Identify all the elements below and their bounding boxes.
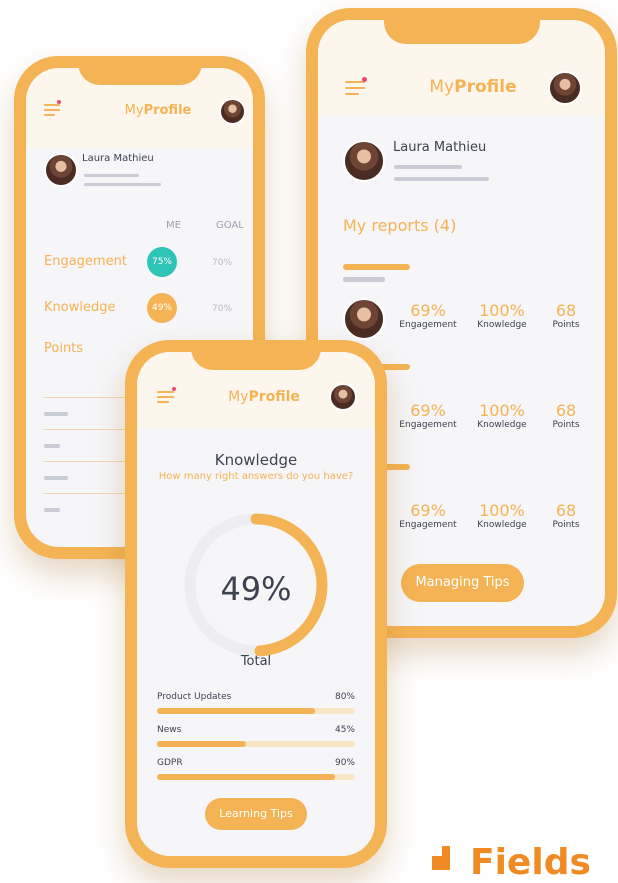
list-item [44, 508, 60, 512]
list-item [44, 476, 68, 480]
phone-notch [191, 340, 321, 370]
profile-name: Laura Mathieu [82, 153, 154, 164]
category-name: Product Updates [157, 692, 232, 702]
category-value: 45% [334, 725, 355, 735]
profile-avatar [343, 140, 385, 182]
points-value: 68 [555, 501, 577, 520]
page-title: Knowledge [214, 451, 298, 469]
fields-logo-text: Fields [470, 842, 591, 883]
fields-logo-icon [432, 846, 450, 870]
engagement-label: Engagement [399, 320, 457, 330]
report-header-line [343, 264, 410, 270]
engagement-goal: 70% [212, 258, 233, 268]
avatar[interactable] [548, 71, 582, 105]
category-bar-fill [157, 708, 316, 714]
profile-detail-line [84, 183, 161, 186]
category-bar [157, 774, 355, 780]
avatar[interactable] [329, 383, 357, 411]
points-value: 68 [555, 401, 577, 420]
avatar[interactable] [219, 98, 246, 125]
category-name: GDPR [157, 758, 183, 768]
gauge-label: Total [240, 654, 272, 669]
menu-icon[interactable] [44, 100, 61, 119]
profile-detail-line [394, 165, 462, 169]
brand-title: MyProfile [228, 389, 300, 405]
points-value: 68 [555, 301, 577, 320]
engagement-value: 69% [410, 401, 446, 420]
phone-notch [77, 56, 202, 85]
brand-title: MyProfile [429, 77, 517, 97]
engagement-value: 69% [410, 301, 446, 320]
report-subline [343, 277, 385, 282]
engagement-row-label: Engagement [44, 254, 127, 269]
engagement-value: 69% [410, 501, 446, 520]
column-goal: GOAL [216, 220, 244, 231]
list-item [44, 412, 68, 416]
managing-tips-button[interactable]: Managing Tips [401, 564, 524, 602]
menu-icon[interactable] [157, 387, 176, 406]
points-row-label: Points [44, 341, 84, 356]
list-item [44, 444, 60, 448]
phone-knowledge: MyProfile Knowledge How many right answe… [125, 340, 387, 868]
learning-tips-button[interactable]: Learning Tips [205, 798, 307, 830]
category-bar-fill [157, 741, 247, 747]
gauge-value: 49% [220, 570, 292, 608]
category-bar-fill [157, 774, 336, 780]
category-value: 80% [334, 692, 355, 702]
knowledge-me-value: 49% [151, 303, 172, 313]
knowledge-row-label: Knowledge [44, 300, 116, 315]
engagement-me-value: 75% [151, 257, 172, 267]
knowledge-screen: MyProfile Knowledge How many right answe… [137, 352, 375, 856]
category-name: News [157, 725, 182, 735]
report-avatar[interactable] [343, 298, 385, 340]
points-label: Points [552, 420, 580, 430]
points-label: Points [552, 320, 580, 330]
profile-avatar [44, 153, 78, 187]
engagement-me-badge: 75% [147, 247, 177, 277]
reports-title: My reports (4) [343, 216, 457, 235]
profile-detail-line [84, 174, 139, 177]
profile-detail-line [394, 177, 489, 181]
knowledge-goal: 70% [212, 304, 233, 314]
category-value: 90% [334, 758, 355, 768]
engagement-label: Engagement [399, 520, 457, 530]
page-subtitle: How many right answers do you have? [158, 471, 354, 482]
menu-icon[interactable] [345, 77, 367, 99]
engagement-label: Engagement [399, 420, 457, 430]
phone-notch [383, 8, 540, 44]
category-bar [157, 741, 355, 747]
profile-name: Laura Mathieu [393, 140, 487, 155]
knowledge-me-badge: 49% [147, 293, 177, 323]
column-me: ME [166, 220, 181, 231]
category-bar [157, 708, 355, 714]
points-label: Points [552, 520, 580, 530]
brand-title: MyProfile [124, 103, 192, 118]
